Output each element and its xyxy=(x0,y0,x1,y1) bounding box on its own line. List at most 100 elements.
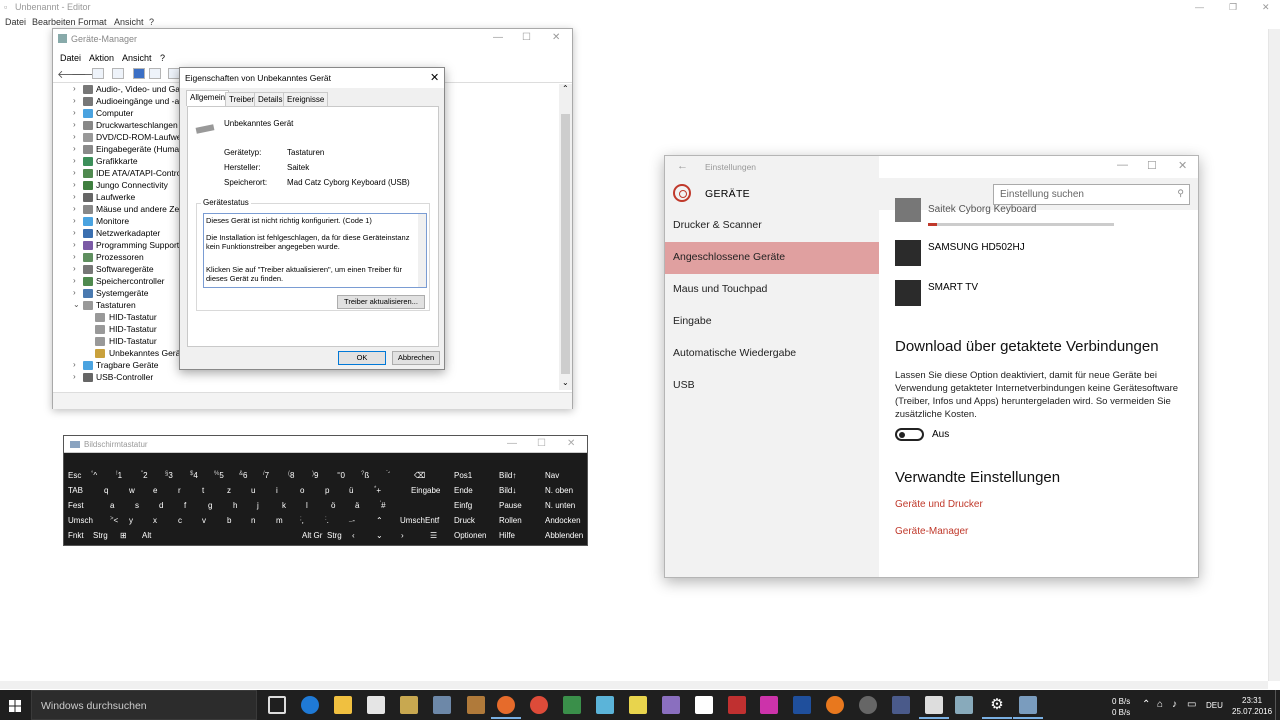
close-button[interactable]: ✕ xyxy=(1178,159,1187,172)
key[interactable]: =0 xyxy=(337,471,345,485)
key[interactable]: e xyxy=(153,486,157,500)
language-indicator[interactable]: DEU xyxy=(1206,701,1223,710)
chevron-right-icon[interactable]: › xyxy=(73,204,76,213)
properties-icon[interactable] xyxy=(112,68,124,79)
spacebar[interactable] xyxy=(162,531,297,545)
key[interactable]: Eingabe xyxy=(411,486,440,500)
chevron-down-icon[interactable]: ⌄ xyxy=(73,300,80,309)
maximize-button[interactable]: ☐ xyxy=(1147,159,1157,172)
key[interactable]: Andocken xyxy=(545,516,581,530)
blender-icon[interactable] xyxy=(826,696,844,714)
key[interactable]: &6 xyxy=(239,471,247,485)
key[interactable]: :. xyxy=(325,516,329,530)
key[interactable]: Rollen xyxy=(499,516,522,530)
key[interactable]: u xyxy=(251,486,255,500)
chevron-right-icon[interactable]: › xyxy=(73,216,76,225)
device-manager-taskbar-icon[interactable] xyxy=(1019,696,1037,714)
key[interactable]: k xyxy=(282,501,286,515)
menu-ansicht[interactable]: Ansicht xyxy=(114,17,144,27)
key[interactable]: s xyxy=(135,501,139,515)
key[interactable]: >< xyxy=(110,516,118,530)
key[interactable]: a xyxy=(110,501,114,515)
maximize-button[interactable]: ☐ xyxy=(522,32,531,43)
menu-help[interactable]: ? xyxy=(149,17,154,27)
device-status-textbox[interactable]: Dieses Gerät ist nicht richtig konfiguri… xyxy=(203,213,427,288)
back-arrow-icon[interactable]: ← xyxy=(677,160,688,172)
key[interactable]: Bild↑ xyxy=(499,471,516,485)
maximize-button[interactable]: ☐ xyxy=(537,438,546,449)
key[interactable]: ü xyxy=(349,486,353,500)
chevron-right-icon[interactable]: › xyxy=(73,144,76,153)
key[interactable]: Druck xyxy=(454,516,475,530)
app-icon[interactable] xyxy=(892,696,910,714)
taskbar-search-input[interactable]: Windows durchsuchen xyxy=(31,690,257,720)
key[interactable]: t xyxy=(202,486,204,500)
task-view-icon[interactable] xyxy=(268,696,286,714)
key[interactable]: Pause xyxy=(499,501,522,515)
key[interactable]: ☰ xyxy=(430,531,437,545)
chrome-icon[interactable] xyxy=(530,696,548,714)
chevron-right-icon[interactable]: › xyxy=(73,252,76,261)
key[interactable]: x xyxy=(153,516,157,530)
key[interactable]: %5 xyxy=(214,471,224,485)
link-devices-printers[interactable]: Geräte und Drucker xyxy=(895,499,983,510)
key[interactable]: '# xyxy=(380,501,386,515)
key[interactable]: Umsch xyxy=(68,516,93,530)
ok-button[interactable]: OK xyxy=(338,351,386,365)
chevron-right-icon[interactable]: › xyxy=(73,228,76,237)
key[interactable]: ?ß xyxy=(361,471,369,485)
menu-datei[interactable]: Datei xyxy=(60,53,81,63)
show-desktop-button[interactable] xyxy=(1275,690,1280,720)
update-driver-icon[interactable] xyxy=(149,68,161,79)
app-icon[interactable] xyxy=(859,696,877,714)
store-icon[interactable] xyxy=(367,696,385,714)
menu-datei[interactable]: Datei xyxy=(5,17,26,27)
network-icon[interactable]: ⌂ xyxy=(1157,699,1163,710)
key[interactable]: o xyxy=(300,486,304,500)
key[interactable]: Hilfe xyxy=(499,531,515,545)
key[interactable]: p xyxy=(325,486,329,500)
maximize-button[interactable]: ❐ xyxy=(1229,2,1237,13)
chevron-right-icon[interactable]: › xyxy=(73,156,76,165)
notepad-taskbar-icon[interactable] xyxy=(925,696,943,714)
key[interactable]: w xyxy=(129,486,135,500)
key[interactable]: Nav xyxy=(545,471,559,485)
chevron-right-icon[interactable]: › xyxy=(73,276,76,285)
key[interactable]: TAB xyxy=(68,486,83,500)
key[interactable]: N. oben xyxy=(545,486,573,500)
key[interactable]: ;, xyxy=(300,516,304,530)
scrollbar-thumb[interactable] xyxy=(561,114,570,374)
key[interactable]: Esc xyxy=(68,471,81,485)
key[interactable]: ⌫ xyxy=(414,471,425,485)
key[interactable]: Strg xyxy=(93,531,108,545)
app-icon[interactable] xyxy=(629,696,647,714)
key[interactable]: n xyxy=(251,516,255,530)
metered-download-toggle[interactable] xyxy=(895,428,924,441)
key[interactable]: Einfg xyxy=(454,501,472,515)
chevron-right-icon[interactable]: › xyxy=(73,120,76,129)
nav-eingabe[interactable]: Eingabe xyxy=(665,306,879,338)
chevron-right-icon[interactable]: › xyxy=(73,360,76,369)
chevron-right-icon[interactable]: › xyxy=(73,264,76,273)
app-icon[interactable] xyxy=(433,696,451,714)
key[interactable]: Optionen xyxy=(454,531,486,545)
cancel-button[interactable]: Abbrechen xyxy=(392,351,440,365)
key[interactable]: ‹ xyxy=(352,531,355,545)
key[interactable]: Alt xyxy=(142,531,151,545)
chevron-right-icon[interactable]: › xyxy=(73,84,76,93)
key[interactable]: q xyxy=(104,486,108,500)
chevron-right-icon[interactable]: › xyxy=(73,288,76,297)
key[interactable]: ⌄ xyxy=(376,531,383,545)
key[interactable]: ö xyxy=(331,501,335,515)
windows-start-icon[interactable] xyxy=(9,700,21,712)
key[interactable]: !1 xyxy=(116,471,122,485)
key[interactable]: z xyxy=(227,486,231,500)
status-scrollbar[interactable] xyxy=(418,214,426,287)
key[interactable]: c xyxy=(178,516,182,530)
tree-view-icon[interactable] xyxy=(92,68,104,79)
app-icon[interactable] xyxy=(662,696,680,714)
notepad-vertical-scrollbar[interactable] xyxy=(1268,29,1280,681)
key[interactable]: j xyxy=(257,501,259,515)
tab-details[interactable]: Details xyxy=(254,92,287,106)
chevron-right-icon[interactable]: › xyxy=(73,240,76,249)
